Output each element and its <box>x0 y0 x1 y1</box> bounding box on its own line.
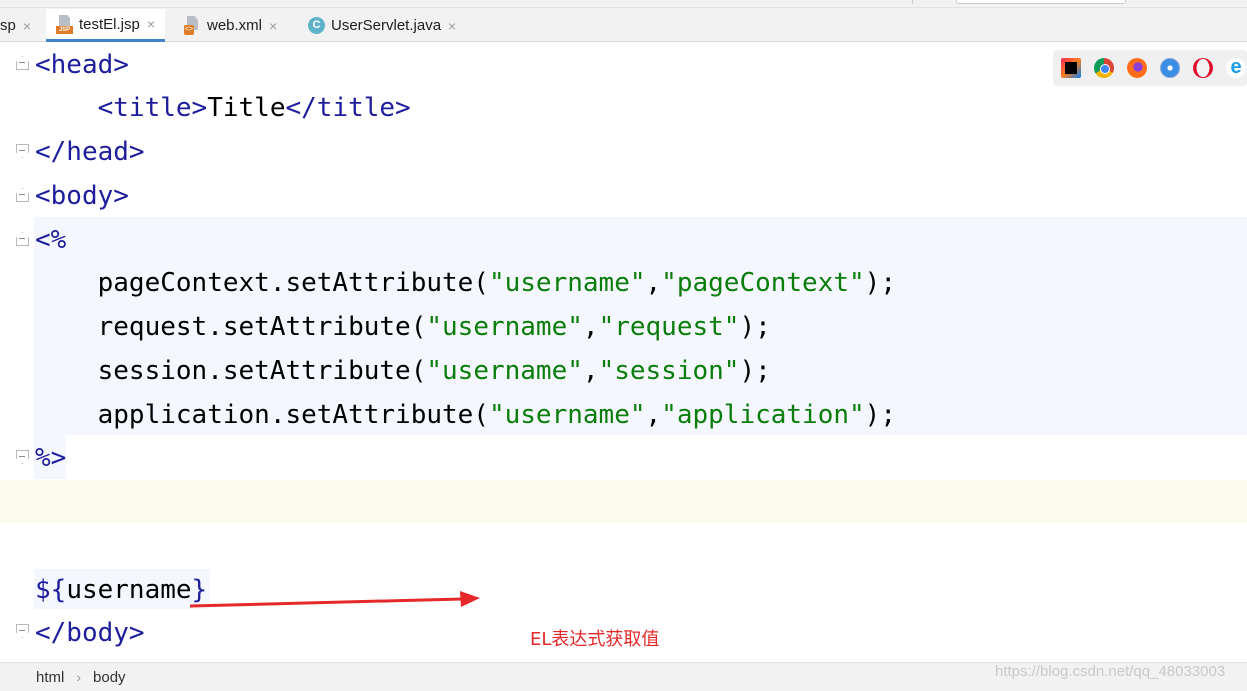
annotation-label: EL表达式获取值 <box>530 629 660 650</box>
chevron-right-icon: › <box>76 669 82 685</box>
watermark: https://blog.csdn.net/qq_48033003 <box>995 663 1226 680</box>
breadcrumb-item-body[interactable]: body <box>93 669 126 686</box>
annotation-arrow <box>189 591 480 608</box>
arrow-head-icon <box>460 591 480 607</box>
arrow-shaft <box>189 597 463 608</box>
breadcrumb-item-html[interactable]: html <box>36 669 64 686</box>
